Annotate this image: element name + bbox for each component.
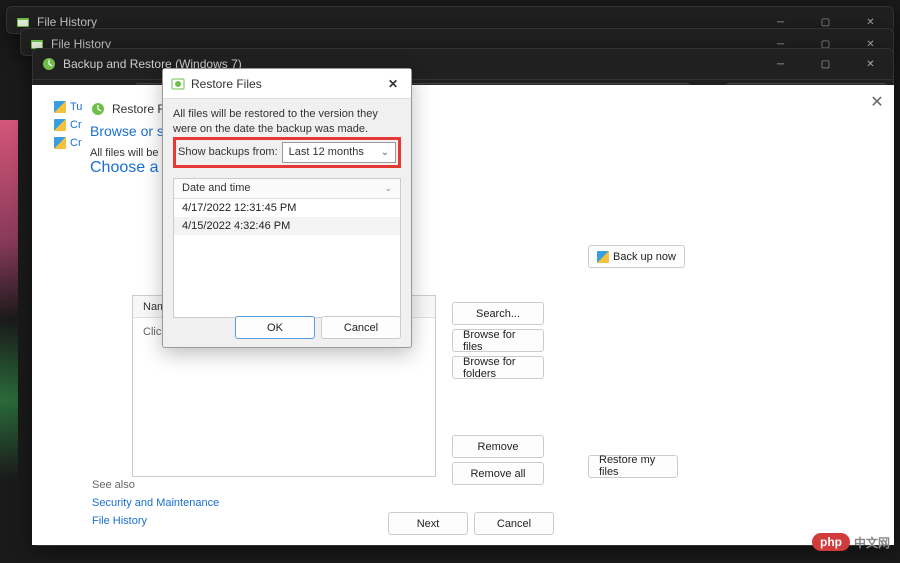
minimize-button[interactable]: ─ [758, 49, 803, 79]
backup-row[interactable]: 4/17/2022 12:31:45 PM [174, 199, 400, 217]
dialog-title: Restore Files [191, 77, 262, 91]
shield-icon [54, 119, 66, 131]
dialog-icon [171, 77, 185, 91]
watermark-pill: php [812, 533, 850, 551]
remove-all-button[interactable]: Remove all [452, 462, 544, 485]
desktop-left-strip [0, 120, 18, 520]
panel-sidebar: Tu Cr Cr [54, 101, 84, 177]
list-column-header[interactable]: Date and time ⌄ [174, 179, 400, 199]
chevron-down-icon: ⌄ [384, 183, 392, 194]
restore-my-files-button[interactable]: Restore my files [588, 455, 678, 478]
restore-files-dialog: Restore Files ✕ All files will be restor… [162, 68, 412, 348]
backup-row[interactable]: 4/15/2022 4:32:46 PM [174, 217, 400, 235]
sidebar-item-label: Cr [70, 137, 82, 149]
see-also-security[interactable]: Security and Maintenance [92, 497, 219, 509]
dialog-close-button[interactable]: ✕ [383, 74, 403, 94]
backup-date-list: Date and time ⌄ 4/17/2022 12:31:45 PM 4/… [173, 178, 401, 318]
wizard-footer: Next Cancel [388, 512, 554, 535]
restore-my-files-wrapper: Restore my files [588, 450, 678, 478]
backup-now-wrapper: Back up now [588, 245, 685, 268]
column-label: Date and time [182, 182, 250, 194]
dialog-footer: OK Cancel [235, 316, 401, 339]
dialog-titlebar: Restore Files ✕ [163, 69, 411, 99]
shield-icon [54, 137, 66, 149]
sidebar-item-label: Tu [70, 101, 82, 113]
close-button[interactable]: ✕ [848, 49, 893, 79]
backup-restore-icon [41, 56, 57, 72]
remove-button-stack: Remove Remove all [452, 435, 544, 485]
shield-icon [54, 101, 66, 113]
window-title-1: File History [37, 15, 97, 29]
search-button[interactable]: Search... [452, 302, 544, 325]
browse-files-button[interactable]: Browse for files [452, 329, 544, 352]
restore-icon [90, 101, 106, 117]
shield-icon [597, 251, 609, 263]
see-also-label: See also [92, 479, 219, 491]
watermark-cn: 中文网 [854, 534, 890, 551]
sidebar-item-1[interactable]: Cr [54, 119, 84, 131]
panel-close-button[interactable]: ✕ [868, 93, 886, 111]
highlighted-region: Show backups from: Last 12 months ⌄ [173, 137, 401, 168]
maximize-button[interactable]: ▢ [803, 49, 848, 79]
browse-button-stack: Search... Browse for files Browse for fo… [452, 302, 544, 379]
dialog-cancel-button[interactable]: Cancel [321, 316, 401, 339]
show-backups-label: Show backups from: [178, 146, 278, 158]
show-backups-dropdown[interactable]: Last 12 months ⌄ [282, 142, 396, 163]
see-also-section: See also Security and Maintenance File H… [92, 479, 219, 527]
see-also-file-history[interactable]: File History [92, 515, 219, 527]
browse-folders-button[interactable]: Browse for folders [452, 356, 544, 379]
dropdown-value: Last 12 months [289, 146, 364, 158]
remove-button[interactable]: Remove [452, 435, 544, 458]
sidebar-item-label: Cr [70, 119, 82, 131]
next-button[interactable]: Next [388, 512, 468, 535]
ok-button[interactable]: OK [235, 316, 315, 339]
backup-now-button[interactable]: Back up now [588, 245, 685, 268]
chevron-down-icon: ⌄ [381, 147, 389, 158]
dialog-instruction: All files will be restored to the versio… [173, 107, 401, 137]
cancel-button[interactable]: Cancel [474, 512, 554, 535]
win-controls-3: ─ ▢ ✕ [758, 49, 893, 79]
sidebar-item-2[interactable]: Cr [54, 137, 84, 149]
sidebar-item-0[interactable]: Tu [54, 101, 84, 113]
watermark: php 中文网 [812, 533, 890, 551]
